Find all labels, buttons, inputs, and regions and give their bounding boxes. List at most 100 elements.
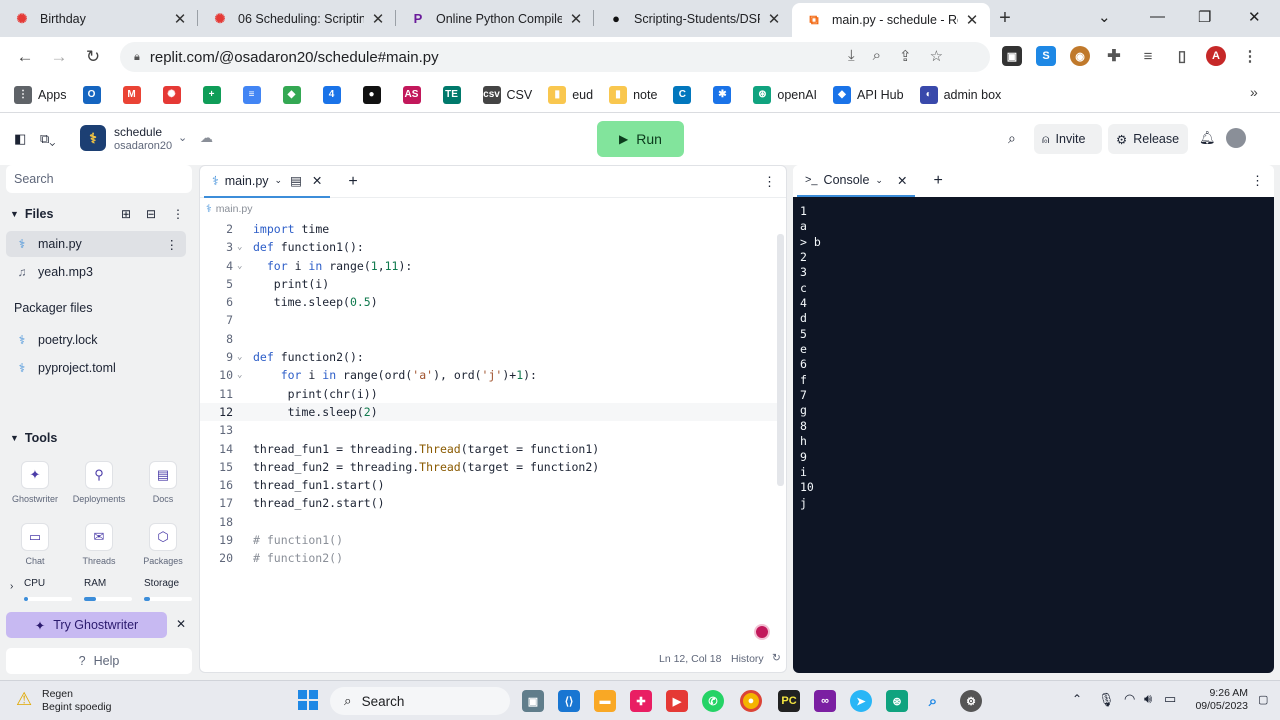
tools-section-header[interactable]: ▼ Tools [6,431,57,445]
run-button[interactable]: ▶ Run [597,121,684,157]
user-avatar[interactable] [1226,128,1246,148]
settings-icon[interactable]: ⚙ [960,690,982,712]
install-icon[interactable]: ⤓ [848,47,855,65]
files-section-header[interactable]: ▼ Files ⊞ ⊟ ⋮ [6,203,186,225]
fold-chevron-icon[interactable]: ⌄ [237,257,242,275]
code-line[interactable]: 8 [200,330,780,348]
tool-docs[interactable]: ▤ Docs [135,461,191,504]
fold-chevron-icon[interactable]: ⌄ [237,238,242,256]
bookmark-item[interactable]: C [673,85,697,104]
tab-main-py[interactable]: ⚕ main.py ⌄ ▤ ✕ [204,166,331,198]
pycharm-icon[interactable]: PC [778,690,800,712]
tool-deployments[interactable]: ⚲ Deployments [71,461,127,504]
sidebar-toggle-icon[interactable]: ◧ [14,131,26,147]
code-line[interactable]: 16 thread_fun1.start() [200,476,780,494]
new-tab-button[interactable]: + [990,0,1020,37]
chatgpt-icon[interactable]: ⊛ [886,690,908,712]
extension-screen-icon[interactable]: ▣ [1002,46,1022,66]
back-icon[interactable]: ← [8,47,42,67]
packager-file-item[interactable]: ⚕ poetry.lock [6,327,186,353]
notification-center-icon[interactable]: ▢ [1258,693,1268,706]
notifications-bell-icon[interactable]: 🔔︎ [1199,130,1216,146]
bookmark-item[interactable]: csv CSV [482,85,532,104]
file-search-input[interactable]: Search [6,165,192,193]
zoom-icon[interactable]: ⌕ [873,47,881,65]
side-panel-icon[interactable]: ▯ [1172,46,1192,66]
tool-threads[interactable]: ✉ Threads [71,523,127,566]
browser-tab[interactable]: ✺ Birthday ✕ [0,0,198,37]
reload-icon[interactable]: ↻ [76,47,110,67]
browser-tab[interactable]: ✺ 06 Scheduling: Scripting ✕ [198,0,396,37]
code-line[interactable]: 18 [200,513,780,531]
bookmark-item[interactable]: ⋮ Apps [14,85,67,104]
bookmark-item[interactable]: ✺ [162,85,187,104]
bookmark-item[interactable]: + [202,85,227,104]
tab-search-icon[interactable]: ⌄ [1098,8,1111,26]
close-tab-icon[interactable]: ✕ [568,10,584,28]
split-view-icon[interactable]: ▤ [290,173,302,188]
vscode-icon[interactable]: ⟨⟩ [558,690,580,712]
tray-overflow-icon[interactable]: ⌃ [1072,692,1082,706]
new-file-icon[interactable]: ⊞ [121,207,131,221]
code-line[interactable]: 17 thread_fun2.start() [200,494,780,512]
bookmark-item[interactable]: ▮ note [609,85,657,104]
bookmark-item[interactable]: ≡ [242,85,267,104]
youtube-icon[interactable]: ▶ [666,690,688,712]
code-line[interactable]: 6 time.sleep(0.5) [200,293,780,311]
editor-scrollbar[interactable] [777,234,784,486]
minimize-icon[interactable]: — [1150,8,1165,25]
window-close-icon[interactable]: ✕ [1248,8,1261,26]
fold-chevron-icon[interactable]: ⌄ [237,348,242,366]
bookmark-item[interactable]: 4 [322,85,347,104]
console-menu-icon[interactable]: ⋮ [1251,173,1264,189]
code-line[interactable]: 7 [200,311,780,329]
files-menu-icon[interactable]: ⋮ [172,207,184,221]
code-line[interactable]: 19 # function1() [200,531,780,549]
python-repl-icon[interactable]: ⚕ [80,125,106,151]
code-line[interactable]: 2 import time [200,220,780,238]
layout-menu-icon[interactable]: ⧉⌄ [40,131,55,147]
close-tab-icon[interactable]: ✕ [172,10,188,28]
search-app-icon[interactable]: ⌕ [922,690,944,712]
bookmark-item[interactable]: O [82,85,107,104]
profile-avatar-icon[interactable]: A [1206,46,1226,66]
chrome-menu-icon[interactable]: ⋮ [1240,46,1260,66]
microphone-icon[interactable]: 🎙︎ [1098,692,1115,708]
close-tab-icon[interactable]: ✕ [964,11,980,29]
bookmark-item[interactable]: M [122,85,147,104]
bookmark-item[interactable]: ◆ API Hub [833,85,904,104]
dismiss-ghostwriter-icon[interactable]: ✕ [176,617,186,631]
bookmark-item[interactable]: ◐ admin box [919,85,1001,104]
ghostwriter-status-icon[interactable] [754,624,770,640]
tab-console[interactable]: >_ Console ⌄ ✕ [797,165,916,197]
reading-list-icon[interactable]: ≡ [1138,46,1158,66]
code-line[interactable]: 15 thread_fun2 = threading.Thread(target … [200,458,780,476]
packager-file-item[interactable]: ⚕ pyproject.toml [6,355,186,381]
forward-icon[interactable]: → [42,47,76,67]
new-folder-icon[interactable]: ⊟ [146,207,156,221]
invite-button[interactable]: ⍝ Invite [1034,124,1102,154]
code-line[interactable]: 13 [200,421,780,439]
code-line[interactable]: 5 print(i) [200,275,780,293]
bookmarks-overflow-icon[interactable]: » [1250,84,1258,100]
file-item[interactable]: ⚕ main.py ⋮ [6,231,186,257]
whatsapp-icon[interactable]: ✆ [702,690,724,712]
restore-icon[interactable]: ❐ [1198,8,1211,26]
battery-icon[interactable]: ▭ [1164,691,1176,707]
browser-tab[interactable]: P Online Python Compiler ✕ [396,0,594,37]
code-line[interactable]: 12 time.sleep(2) [200,402,780,422]
chevron-down-icon[interactable]: ⌄ [875,175,883,186]
wifi-icon[interactable]: ◠ [1124,691,1135,707]
start-button[interactable] [298,690,318,710]
tool-packages[interactable]: ⬡ Packages [135,523,191,566]
task-view-icon[interactable]: ▣ [522,690,544,712]
share-icon[interactable]: ⇪ [899,47,912,65]
repl-title[interactable]: schedule osadaron20 [114,125,172,153]
close-tab-icon[interactable]: ✕ [370,10,386,28]
file-item[interactable]: ♫ yeah.mp3 [6,259,186,285]
app-icon[interactable]: ✚ [630,690,652,712]
clock[interactable]: 9:26 AM 09/05/2023 [1186,687,1248,713]
code-area[interactable]: 2 import time 3 ⌄ def function1(): 4 ⌄ for i i… [200,220,780,568]
file-menu-icon[interactable]: ⋮ [166,237,179,252]
editor-menu-icon[interactable]: ⋮ [763,174,776,190]
